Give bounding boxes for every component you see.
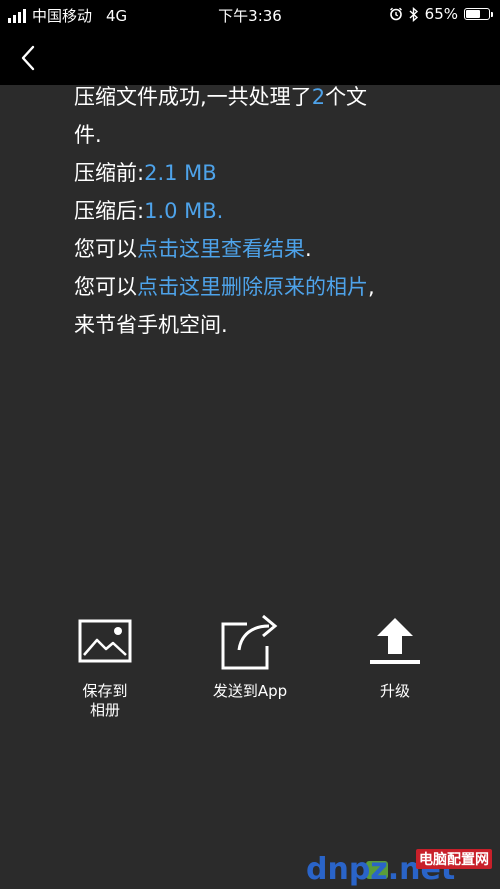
delete-originals-line: 您可以点击这里删除原来的相片,	[74, 268, 454, 306]
summary-text: 压缩文件成功,一共处理了	[74, 85, 312, 109]
status-bar: 中国移动 4G 下午3:36 65%	[0, 0, 500, 30]
chevron-left-icon	[21, 45, 35, 71]
battery-icon	[464, 8, 493, 20]
status-right: 65%	[389, 5, 493, 23]
share-icon	[221, 614, 278, 670]
result-message: 压缩文件成功,一共处理了2个文 件. 压缩前:2.1 MB 压缩后:1.0 MB…	[74, 78, 454, 344]
summary-line: 压缩文件成功,一共处理了2个文	[74, 78, 454, 116]
save-to-album-button[interactable]: 保存到 相册	[45, 610, 165, 720]
view-suffix: .	[305, 237, 312, 261]
save-space-line: 来节省手机空间.	[74, 313, 228, 337]
upload-icon	[370, 618, 420, 664]
after-value: 1.0 MB.	[144, 199, 224, 223]
delete-prefix: 您可以	[74, 275, 137, 299]
summary-line-2: 件.	[74, 123, 102, 147]
back-button[interactable]	[10, 40, 46, 76]
view-prefix: 您可以	[74, 237, 137, 261]
send-to-app-button[interactable]: 发送到App	[190, 610, 310, 701]
send-to-app-label: 发送到App	[212, 682, 288, 700]
site-watermark: dnpz.net 电脑配置网	[306, 849, 492, 887]
watermark-name: 电脑配置网	[419, 851, 489, 868]
summary-text-suffix: 个文	[325, 85, 368, 109]
view-result-link[interactable]: 点击这里查看结果	[137, 237, 305, 261]
nav-bar	[0, 30, 500, 85]
before-label: 压缩前:	[74, 161, 145, 185]
action-bar: 保存到 相册 发送到App 升级	[0, 610, 500, 730]
battery-fill	[466, 10, 480, 18]
alarm-icon	[389, 7, 402, 21]
after-size-line: 压缩后:1.0 MB.	[74, 192, 454, 230]
after-label: 压缩后:	[74, 199, 145, 223]
before-value: 2.1 MB	[144, 161, 217, 185]
upgrade-button[interactable]: 升级	[335, 610, 455, 701]
delete-suffix: ,	[368, 275, 375, 299]
file-count: 2	[311, 85, 326, 109]
delete-originals-link[interactable]: 点击这里删除原来的相片	[137, 275, 368, 299]
before-size-line: 压缩前:2.1 MB	[74, 154, 454, 192]
photo-icon	[78, 619, 132, 663]
bluetooth-icon	[409, 6, 418, 22]
upgrade-label: 升级	[379, 682, 410, 700]
save-to-album-label: 保存到 相册	[82, 682, 128, 719]
battery-percent: 65%	[424, 5, 458, 23]
view-result-line: 您可以点击这里查看结果.	[74, 230, 454, 268]
app-screen: 中国移动 4G 下午3:36 65% 压缩文件成功,一共处理了2个文 件. 压缩…	[0, 0, 500, 889]
